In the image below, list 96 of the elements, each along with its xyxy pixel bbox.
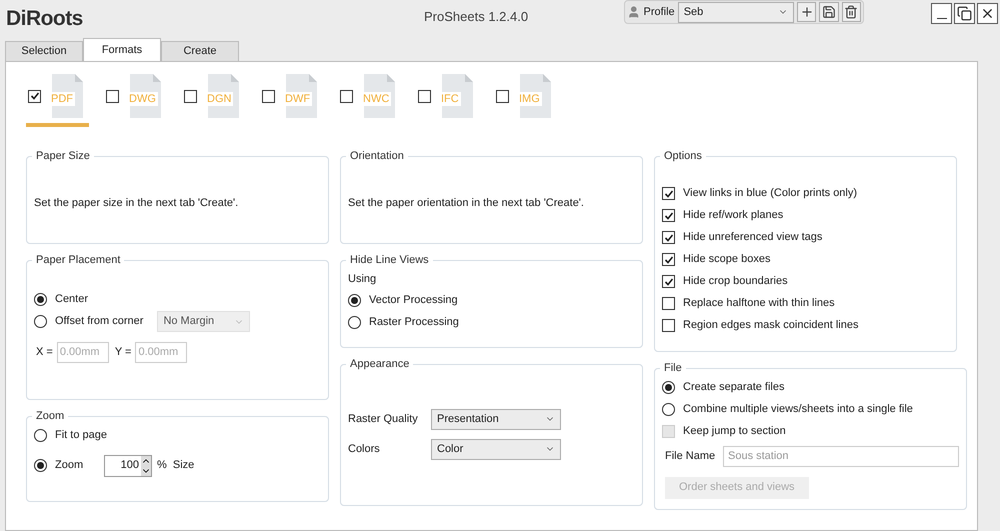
checkbox[interactable] [106, 90, 119, 102]
option-label: Hide unreferenced view tags [683, 230, 822, 246]
trash-icon [844, 5, 858, 19]
checkbox[interactable] [662, 209, 675, 222]
delete-button[interactable] [842, 2, 861, 22]
checkbox[interactable] [340, 90, 353, 102]
radio-label: Zoom [55, 458, 84, 474]
radio-button[interactable] [348, 316, 361, 328]
group-title: Options [663, 149, 703, 164]
profile-dropdown[interactable]: Seb [678, 2, 794, 22]
radio-label: Vector Processing [369, 292, 458, 308]
file-format-icon[interactable]: NWC [361, 74, 397, 118]
group-title: Hide Line Views [349, 253, 430, 268]
radio-button[interactable] [662, 381, 675, 394]
checkbox[interactable] [662, 275, 675, 288]
format-option[interactable]: NWC [338, 74, 401, 127]
radio-button[interactable] [34, 429, 47, 442]
option-label: Region edges mask coincident lines [683, 318, 858, 334]
radio-button[interactable] [34, 293, 47, 306]
format-option[interactable]: DWG [104, 74, 167, 127]
close-icon [980, 6, 995, 21]
user-icon [627, 5, 640, 19]
file-format-icon[interactable]: DWG [127, 74, 163, 118]
coordinate-label: Y = [114, 344, 132, 360]
checkbox[interactable] [662, 187, 675, 200]
dropdown[interactable]: Color [431, 438, 561, 460]
profile-label: Profile [644, 4, 675, 20]
group-title: Zoom [35, 409, 66, 424]
checkbox[interactable] [28, 90, 41, 102]
file-format-icon[interactable]: PDF [49, 74, 85, 118]
group-title: Paper Placement [35, 253, 122, 268]
format-option[interactable]: IFC [416, 74, 479, 127]
option-label: Hide ref/work planes [683, 208, 784, 224]
using-label: Using [348, 272, 378, 286]
checkbox[interactable] [184, 90, 197, 102]
radio-label: Raster Processing [369, 314, 459, 330]
radio-label: Create separate files [683, 380, 784, 396]
plus-icon [800, 5, 814, 19]
radio-button[interactable] [34, 315, 47, 328]
spin-down-icon[interactable] [141, 466, 151, 476]
file-format-icon[interactable]: DGN [205, 74, 241, 118]
group-title: Appearance [349, 357, 410, 372]
radio-button[interactable] [348, 294, 361, 306]
restore-icon [957, 6, 972, 21]
app-logo: DiRoots [6, 6, 83, 32]
window-title: ProSheets 1.2.4.0 [424, 8, 528, 26]
option-label: Hide crop boundaries [683, 274, 788, 290]
tab[interactable]: Selection [5, 41, 83, 61]
field-label: Colors [348, 442, 381, 457]
option-label: Replace halftone with thin lines [683, 296, 835, 312]
checkbox[interactable] [662, 253, 675, 266]
checkbox[interactable] [418, 90, 431, 102]
zoom-unit: % Size [157, 458, 194, 474]
coordinate-label: X = [36, 344, 53, 360]
group-title: Orientation [349, 149, 405, 164]
radio-label: Center [55, 292, 88, 308]
option-label: Hide scope boxes [683, 252, 770, 268]
format-option[interactable]: DGN [182, 74, 245, 127]
tab[interactable]: Create [161, 41, 239, 61]
zoom-spinner[interactable]: 100 [104, 454, 152, 476]
checkbox[interactable] [496, 90, 509, 102]
radio-label: Offset from corner [55, 314, 144, 330]
option-label: Keep jump to section [683, 424, 786, 440]
info-text: Set the paper orientation in the next tab 'Create'. [348, 196, 585, 210]
spin-up-icon[interactable] [141, 456, 151, 466]
radio-button[interactable] [34, 459, 47, 472]
tab[interactable]: Formats [83, 38, 161, 61]
checkbox[interactable] [262, 90, 275, 102]
field-label: Raster Quality [348, 412, 419, 427]
radio-button[interactable] [662, 403, 675, 416]
checkbox[interactable] [662, 319, 675, 332]
group-title: Paper Size [35, 149, 91, 164]
save-button[interactable] [819, 2, 839, 22]
restore-button[interactable] [954, 3, 975, 24]
file-format-icon[interactable]: IFC [439, 74, 475, 118]
radio-label: Combine multiple views/sheets into a single file [683, 402, 913, 418]
file-format-icon[interactable]: DWF [283, 74, 319, 118]
coordinate-field[interactable]: 0.00mm [56, 342, 109, 362]
add-button[interactable] [796, 2, 816, 22]
dropdown[interactable]: Presentation [431, 408, 561, 430]
minimize-button[interactable] [931, 3, 952, 24]
file-name-field[interactable]: Sous station [723, 446, 959, 466]
radio-label: Fit to page [55, 428, 107, 444]
option-label: View links in blue (Color prints only) [683, 186, 858, 202]
format-option[interactable]: DWF [260, 74, 323, 127]
checkbox[interactable] [662, 231, 675, 244]
format-option[interactable]: PDF [26, 74, 89, 127]
file-format-icon[interactable]: IMG [517, 74, 553, 118]
field-label: File Name [665, 448, 716, 464]
close-button[interactable] [977, 3, 998, 24]
group-title: File [663, 361, 683, 376]
minimize-icon [936, 18, 946, 19]
info-text: Set the paper size in the next tab 'Create'. [34, 196, 240, 210]
coordinate-field[interactable]: 0.00mm [135, 342, 188, 362]
checkbox[interactable] [662, 297, 675, 310]
format-option[interactable]: IMG [494, 74, 557, 127]
